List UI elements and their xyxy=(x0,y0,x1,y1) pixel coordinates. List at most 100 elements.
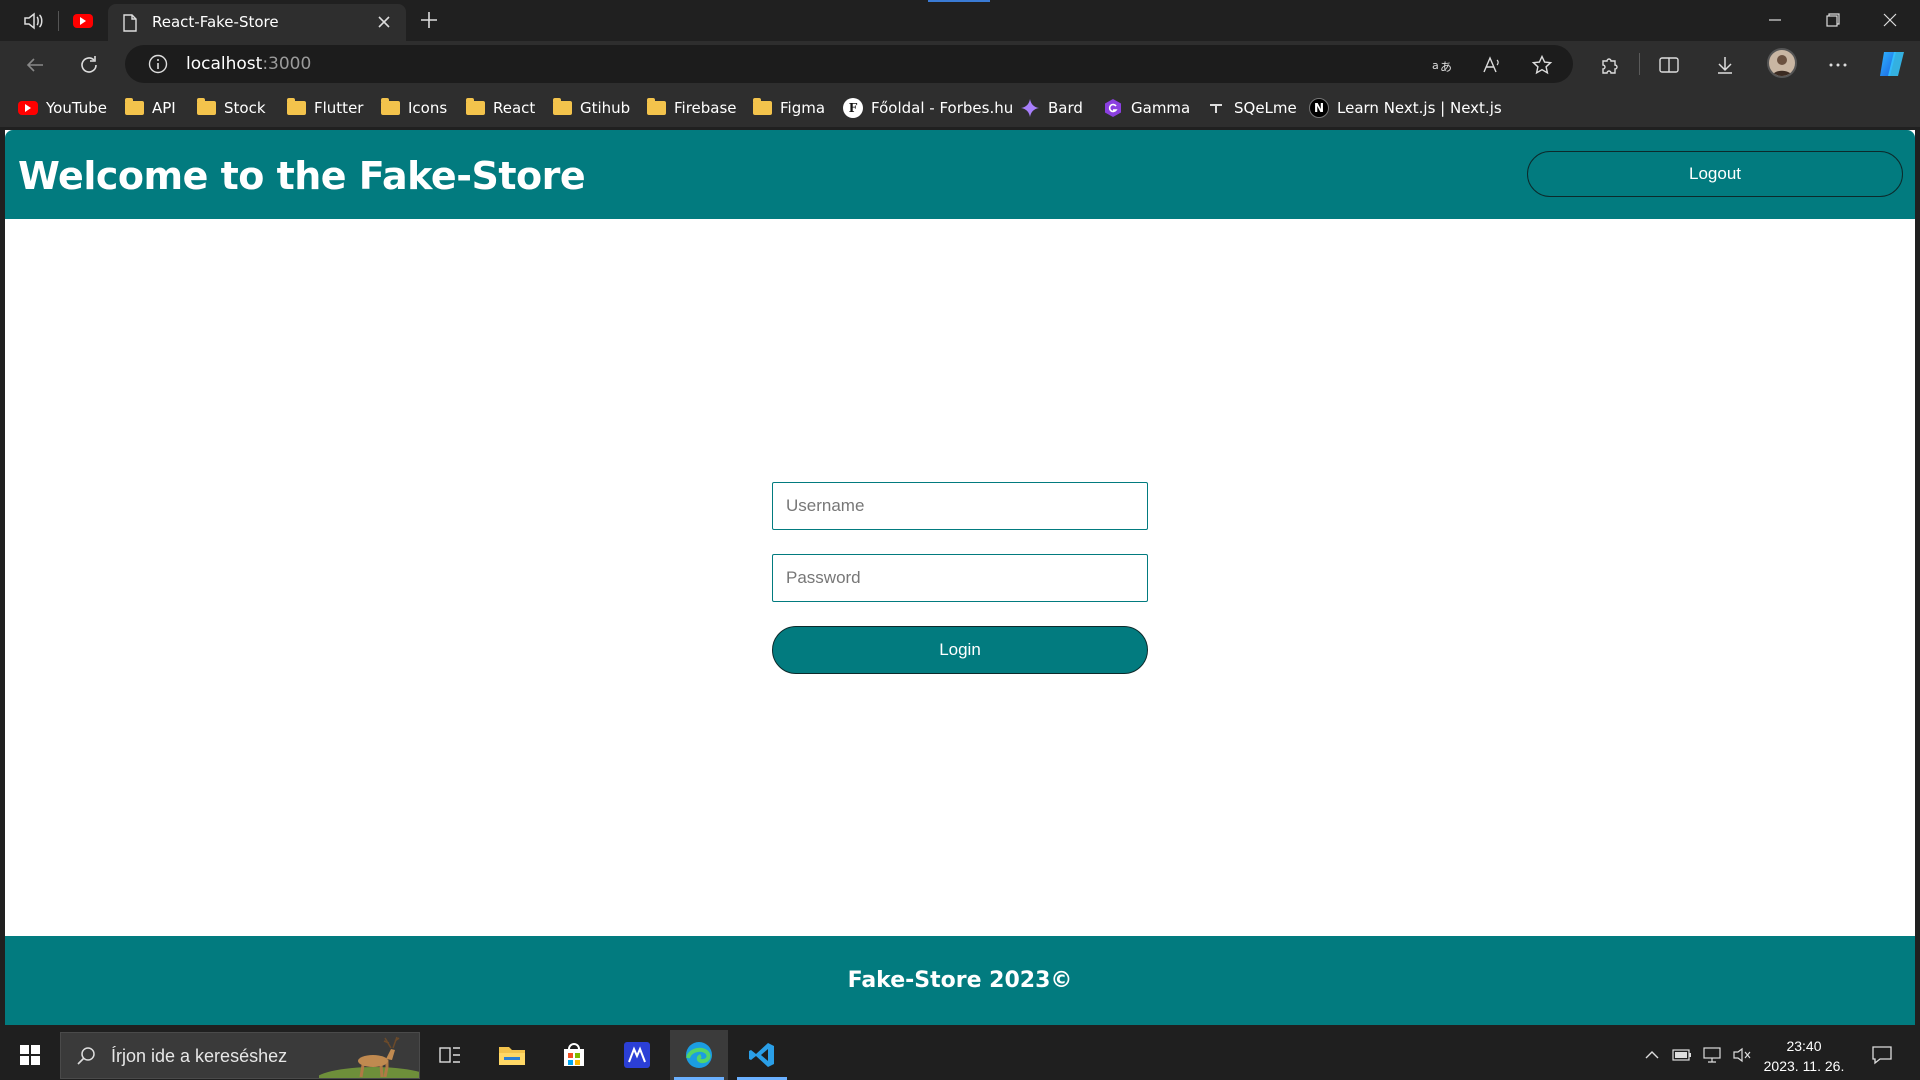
bookmark-firebase[interactable]: Firebase xyxy=(647,97,737,119)
task-view-button[interactable] xyxy=(421,1030,479,1080)
edge-icon xyxy=(686,1042,712,1068)
taskbar-clock[interactable]: 23:40 2023. 11. 26. xyxy=(1754,1036,1854,1076)
split-screen-icon xyxy=(1659,57,1679,73)
notifications-button[interactable] xyxy=(1862,1030,1902,1080)
bookmark-label: Főoldal - Forbes.hu xyxy=(871,99,1014,117)
bookmark-sqelme[interactable]: SQeLme xyxy=(1206,97,1297,119)
bookmark-label: Flutter xyxy=(314,99,364,117)
taskbar-file-explorer[interactable] xyxy=(483,1030,541,1080)
bookmark-label: Gtihub xyxy=(580,99,631,117)
youtube-tab-icon[interactable] xyxy=(69,7,97,35)
username-input[interactable] xyxy=(772,482,1148,530)
bookmark-bard[interactable]: Bard xyxy=(1020,97,1083,119)
svg-text:あ: あ xyxy=(1440,60,1452,74)
bookmark-stock[interactable]: Stock xyxy=(197,97,266,119)
web-page: Welcome to the Fake-Store Logout Login F… xyxy=(5,130,1915,1025)
minimize-button[interactable] xyxy=(1745,0,1805,40)
reload-button[interactable] xyxy=(74,50,104,80)
vscode-icon xyxy=(749,1043,774,1067)
downloads-button[interactable] xyxy=(1710,50,1740,80)
tab-divider xyxy=(58,11,59,31)
bookmark-gamma[interactable]: Gamma xyxy=(1103,97,1190,119)
more-menu-button[interactable] xyxy=(1823,50,1853,80)
taskbar-app-m[interactable] xyxy=(608,1030,666,1080)
sqelme-icon xyxy=(1210,104,1222,113)
clock-time: 23:40 xyxy=(1786,1038,1822,1054)
folder-icon xyxy=(466,98,485,115)
reload-icon xyxy=(81,56,97,73)
tab-react-fake-store[interactable]: React-Fake-Store xyxy=(108,4,406,41)
bookmark-label: Bard xyxy=(1048,99,1083,117)
taskbar-search-box[interactable]: Írjon ide a kereséshez xyxy=(60,1032,420,1079)
close-window-button[interactable] xyxy=(1860,0,1920,40)
audio-playing-icon[interactable] xyxy=(19,7,47,35)
taskbar-edge[interactable] xyxy=(670,1030,728,1080)
translate-icon[interactable]: aあ xyxy=(1430,53,1454,77)
login-button[interactable]: Login xyxy=(772,626,1148,674)
bard-icon xyxy=(1021,99,1039,117)
favorite-star-icon[interactable] xyxy=(1530,53,1554,77)
network-icon xyxy=(1703,1047,1721,1063)
address-bar[interactable]: localhost:3000 aあ xyxy=(125,45,1573,83)
bookmark-react[interactable]: React xyxy=(466,97,535,119)
file-explorer-icon xyxy=(499,1047,525,1065)
m-app-icon xyxy=(624,1042,650,1068)
start-button[interactable] xyxy=(0,1030,60,1080)
bookmark-nextjs[interactable]: N Learn Next.js | Next.js xyxy=(1309,97,1502,119)
folder-icon xyxy=(553,98,572,115)
bookmark-label: Figma xyxy=(780,99,826,117)
site-info-icon[interactable] xyxy=(147,53,169,75)
volume-status[interactable] xyxy=(1729,1030,1755,1080)
gamma-icon xyxy=(1105,99,1121,117)
bookmark-icons[interactable]: Icons xyxy=(381,97,447,119)
network-status[interactable] xyxy=(1699,1030,1725,1080)
back-arrow-icon xyxy=(26,58,43,72)
chevron-up-icon xyxy=(1645,1051,1659,1059)
youtube-icon xyxy=(18,101,38,115)
bookmark-label: Stock xyxy=(224,99,266,117)
restore-button[interactable] xyxy=(1803,0,1863,40)
new-tab-icon[interactable] xyxy=(416,7,442,33)
folder-icon xyxy=(287,98,306,115)
bookmark-flutter[interactable]: Flutter xyxy=(287,97,363,119)
bookmark-youtube[interactable]: YouTube xyxy=(18,97,107,119)
bookmark-forbes[interactable]: F Főoldal - Forbes.hu xyxy=(843,97,1013,119)
profile-avatar[interactable] xyxy=(1767,48,1797,78)
back-button[interactable] xyxy=(20,50,50,80)
password-input[interactable] xyxy=(772,554,1148,602)
battery-icon xyxy=(1672,1049,1691,1061)
site-header: Welcome to the Fake-Store Logout xyxy=(5,130,1915,219)
bookmarks-bar: YouTube API Stock Flutter Icons React Gt… xyxy=(0,87,1920,127)
download-icon xyxy=(1718,57,1732,74)
tab-title: React-Fake-Store xyxy=(152,13,279,31)
windows-logo-icon xyxy=(20,1045,40,1065)
battery-status[interactable] xyxy=(1669,1030,1695,1080)
bookmark-label: SQeLme xyxy=(1234,99,1297,117)
url-port: :3000 xyxy=(262,54,312,74)
folder-icon xyxy=(753,98,772,115)
logout-button[interactable]: Logout xyxy=(1527,151,1903,197)
notification-icon xyxy=(1872,1046,1892,1065)
close-icon xyxy=(1883,13,1897,27)
show-hidden-icons-button[interactable] xyxy=(1640,1030,1664,1080)
nextjs-icon: N xyxy=(1309,98,1329,118)
svg-text:a: a xyxy=(1432,59,1439,72)
bookmark-label: YouTube xyxy=(46,99,107,117)
extensions-button[interactable] xyxy=(1595,50,1625,80)
folder-icon xyxy=(125,98,144,115)
puzzle-icon xyxy=(1602,58,1618,74)
bookmark-label: Icons xyxy=(408,99,448,117)
url-text[interactable]: localhost:3000 xyxy=(186,54,311,74)
restore-icon xyxy=(1826,13,1840,27)
search-icon xyxy=(77,1047,95,1065)
bookmark-gtihub[interactable]: Gtihub xyxy=(553,97,630,119)
bookmark-api[interactable]: API xyxy=(125,97,176,119)
split-screen-button[interactable] xyxy=(1654,50,1684,80)
taskbar-vscode[interactable] xyxy=(733,1030,791,1080)
deer-illustration-icon xyxy=(319,1036,419,1078)
copilot-icon[interactable] xyxy=(1876,48,1908,80)
bookmark-figma[interactable]: Figma xyxy=(753,97,825,119)
taskbar-microsoft-store[interactable] xyxy=(545,1030,603,1080)
read-aloud-icon[interactable] xyxy=(1480,53,1504,77)
close-tab-icon[interactable] xyxy=(372,10,396,34)
